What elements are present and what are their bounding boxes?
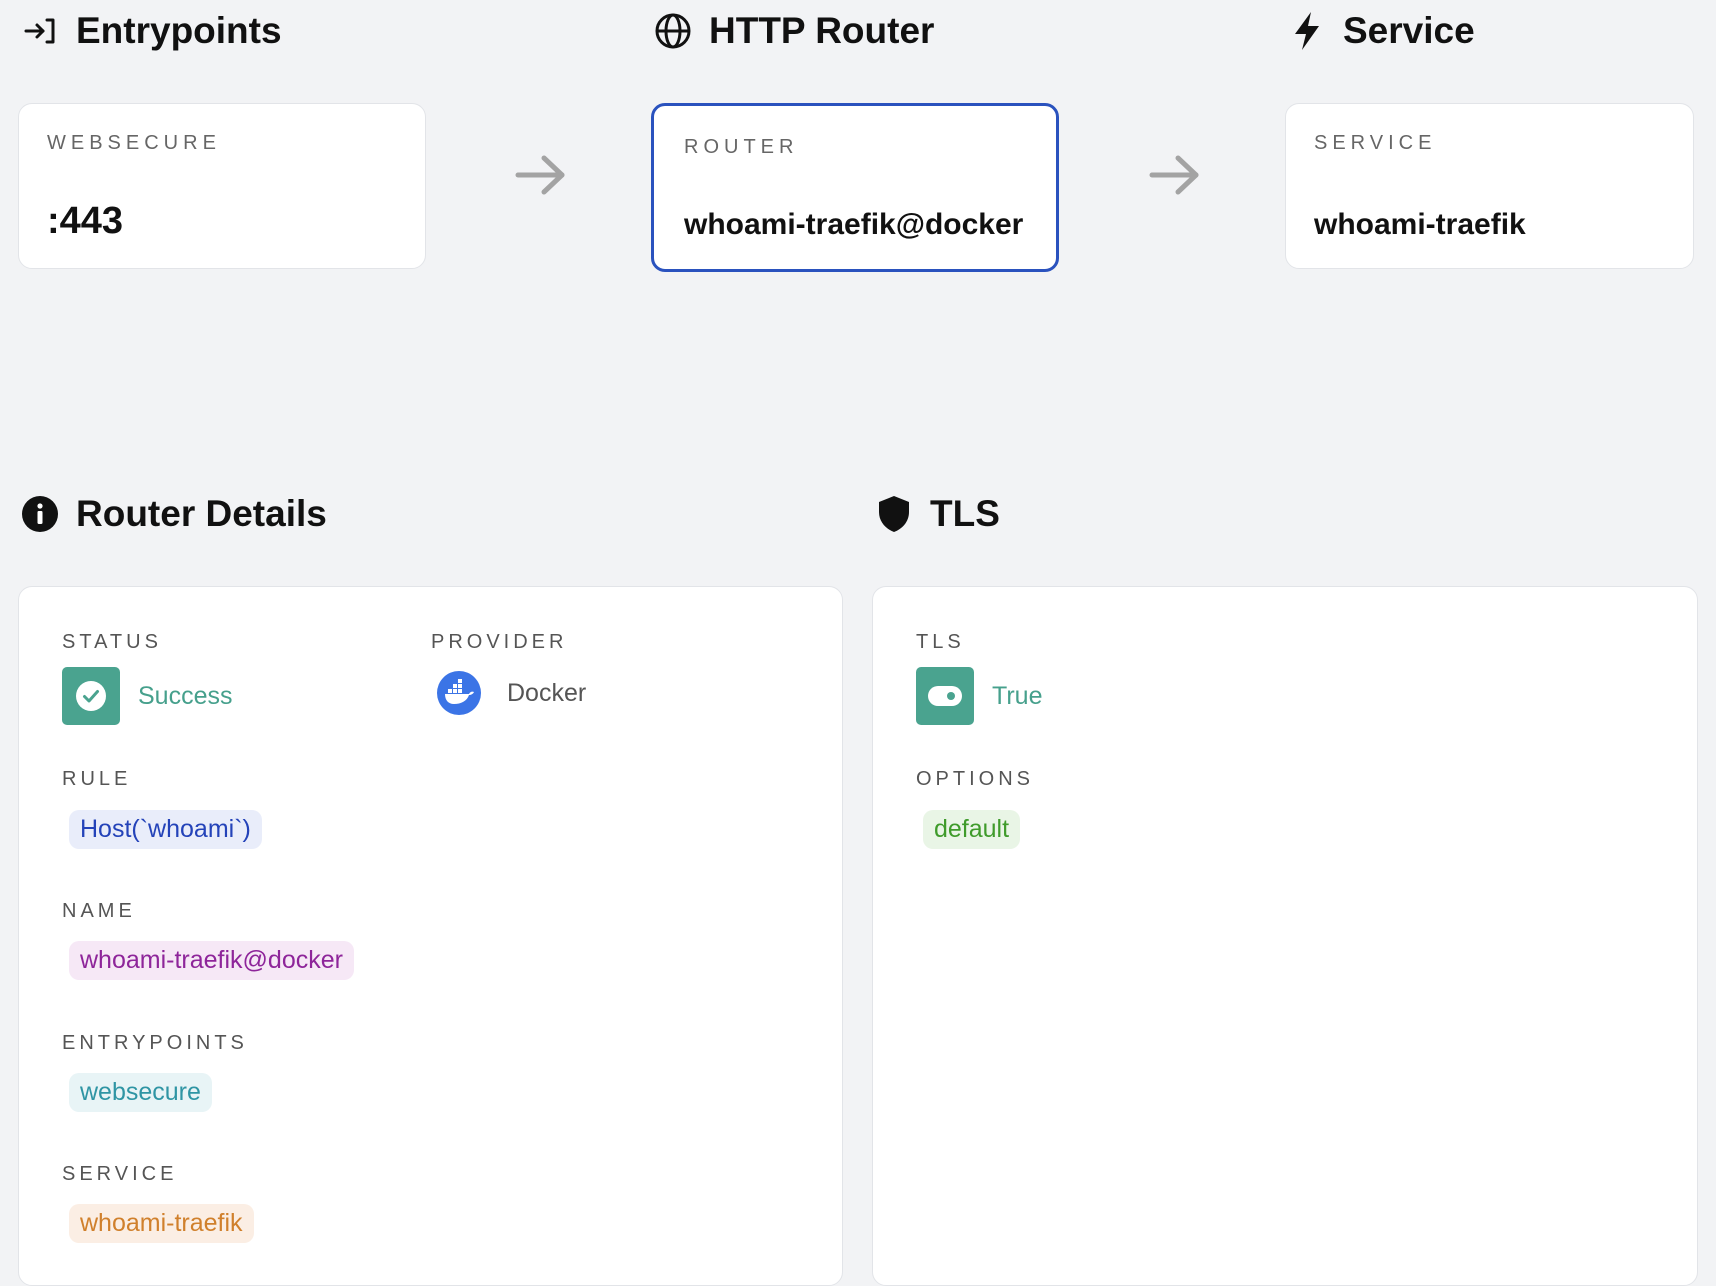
tls-true-badge: [916, 667, 974, 725]
success-status-badge: [62, 667, 120, 725]
http-router-heading-text: HTTP Router: [709, 10, 935, 51]
status-row: Success: [62, 667, 232, 725]
entrypoints-value: websecure: [69, 1073, 212, 1112]
service-value: whoami-traefik: [69, 1204, 254, 1243]
shield-icon: [874, 494, 914, 534]
service-card-value: whoami-traefik: [1314, 208, 1526, 241]
entrypoint-card-value: :443: [47, 200, 124, 242]
globe-icon: [653, 11, 693, 51]
tls-card: TLS True OPTIONS default: [872, 586, 1698, 1286]
service-heading-text: Service: [1343, 10, 1475, 51]
rule-value: Host(`whoami`): [69, 810, 262, 849]
entrypoint-card[interactable]: WEBSECURE :443: [18, 103, 426, 269]
entrypoints-heading: Entrypoints: [20, 10, 282, 52]
tls-value: True: [992, 681, 1043, 710]
arrow-right-icon: [515, 155, 565, 195]
service-card[interactable]: SERVICE whoami-traefik: [1285, 103, 1694, 269]
options-value: default: [923, 810, 1021, 849]
provider-value: Docker: [507, 678, 587, 707]
info-icon: [20, 494, 60, 534]
service-label: SERVICE: [62, 1163, 178, 1185]
arrow-right-icon: [1149, 155, 1199, 195]
tls-heading: TLS: [874, 493, 1000, 535]
entrypoints-label: ENTRYPOINTS: [62, 1032, 248, 1054]
name-value: whoami-traefik@docker: [69, 941, 354, 980]
entrypoints-heading-text: Entrypoints: [76, 10, 282, 51]
router-details-heading: Router Details: [20, 493, 327, 535]
status-value: Success: [138, 681, 233, 710]
rule-label: RULE: [62, 768, 132, 790]
name-label: NAME: [62, 900, 136, 922]
provider-label: PROVIDER: [431, 631, 568, 653]
router-card-label: ROUTER: [684, 136, 799, 158]
tls-label: TLS: [916, 631, 965, 653]
tls-heading-text: TLS: [930, 493, 1000, 534]
http-router-heading: HTTP Router: [653, 10, 934, 52]
router-card[interactable]: ROUTER whoami-traefik@docker: [651, 103, 1059, 272]
router-details-heading-text: Router Details: [76, 493, 327, 534]
service-card-label: SERVICE: [1314, 132, 1437, 154]
router-details-card: STATUS Success PROVIDER Docker RULE Host…: [18, 586, 843, 1286]
lightning-icon: [1287, 11, 1327, 51]
provider-row: Docker: [437, 671, 586, 715]
docker-icon: [437, 671, 481, 715]
check-circle-icon: [76, 681, 106, 711]
sign-in-icon: [20, 11, 60, 51]
router-card-value: whoami-traefik@docker: [684, 208, 1024, 241]
entrypoint-card-label: WEBSECURE: [47, 132, 221, 154]
service-heading: Service: [1287, 10, 1475, 52]
toggle-on-icon: [928, 686, 962, 706]
status-label: STATUS: [62, 631, 162, 653]
tls-status-row: True: [916, 667, 1042, 725]
options-label: OPTIONS: [916, 768, 1035, 790]
